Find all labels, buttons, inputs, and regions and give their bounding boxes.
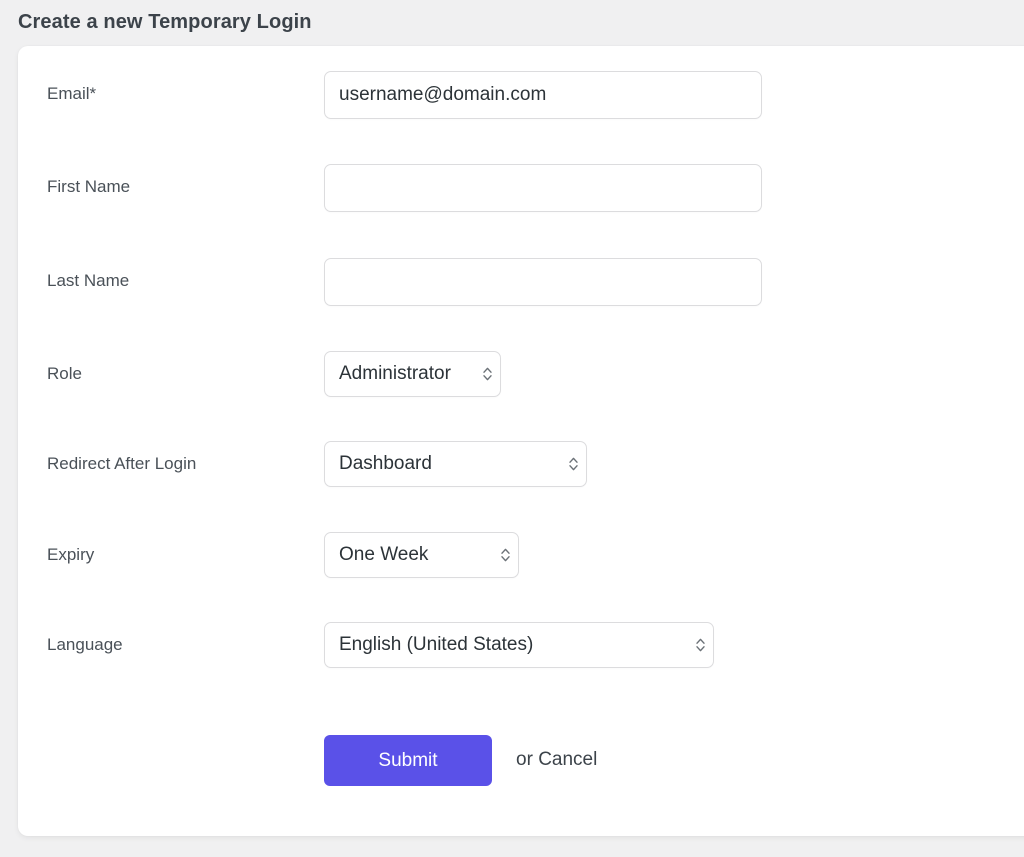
form-card: Email* First Name Last Name Role Adminis… <box>18 46 1024 836</box>
redirect-after-login-select[interactable]: Dashboard <box>324 441 587 487</box>
chevron-up-down-icon <box>492 546 518 564</box>
language-select[interactable]: English (United States) <box>324 622 714 668</box>
role-select-value: Administrator <box>325 362 474 386</box>
chevron-up-down-icon <box>560 455 586 473</box>
label-language: Language <box>47 634 123 656</box>
label-expiry: Expiry <box>47 544 94 566</box>
label-role: Role <box>47 363 82 385</box>
label-first-name: First Name <box>47 176 130 198</box>
page-title: Create a new Temporary Login <box>18 9 312 35</box>
chevron-up-down-icon <box>687 636 713 654</box>
submit-button[interactable]: Submit <box>324 735 492 786</box>
role-select[interactable]: Administrator <box>324 351 501 397</box>
label-redirect-after-login: Redirect After Login <box>47 453 196 475</box>
chevron-up-down-icon <box>474 365 500 383</box>
label-last-name: Last Name <box>47 270 129 292</box>
language-select-value: English (United States) <box>325 633 687 657</box>
label-email: Email* <box>47 83 96 105</box>
or-label: or <box>516 749 538 770</box>
redirect-after-login-select-value: Dashboard <box>325 452 560 476</box>
cancel-link[interactable]: Cancel <box>538 749 597 770</box>
first-name-input[interactable] <box>324 164 762 212</box>
last-name-input[interactable] <box>324 258 762 306</box>
expiry-select[interactable]: One Week <box>324 532 519 578</box>
email-input[interactable] <box>324 71 762 119</box>
expiry-select-value: One Week <box>325 543 492 567</box>
temporary-login-form: Email* First Name Last Name Role Adminis… <box>18 46 1024 836</box>
cancel-area: or Cancel <box>516 748 597 772</box>
